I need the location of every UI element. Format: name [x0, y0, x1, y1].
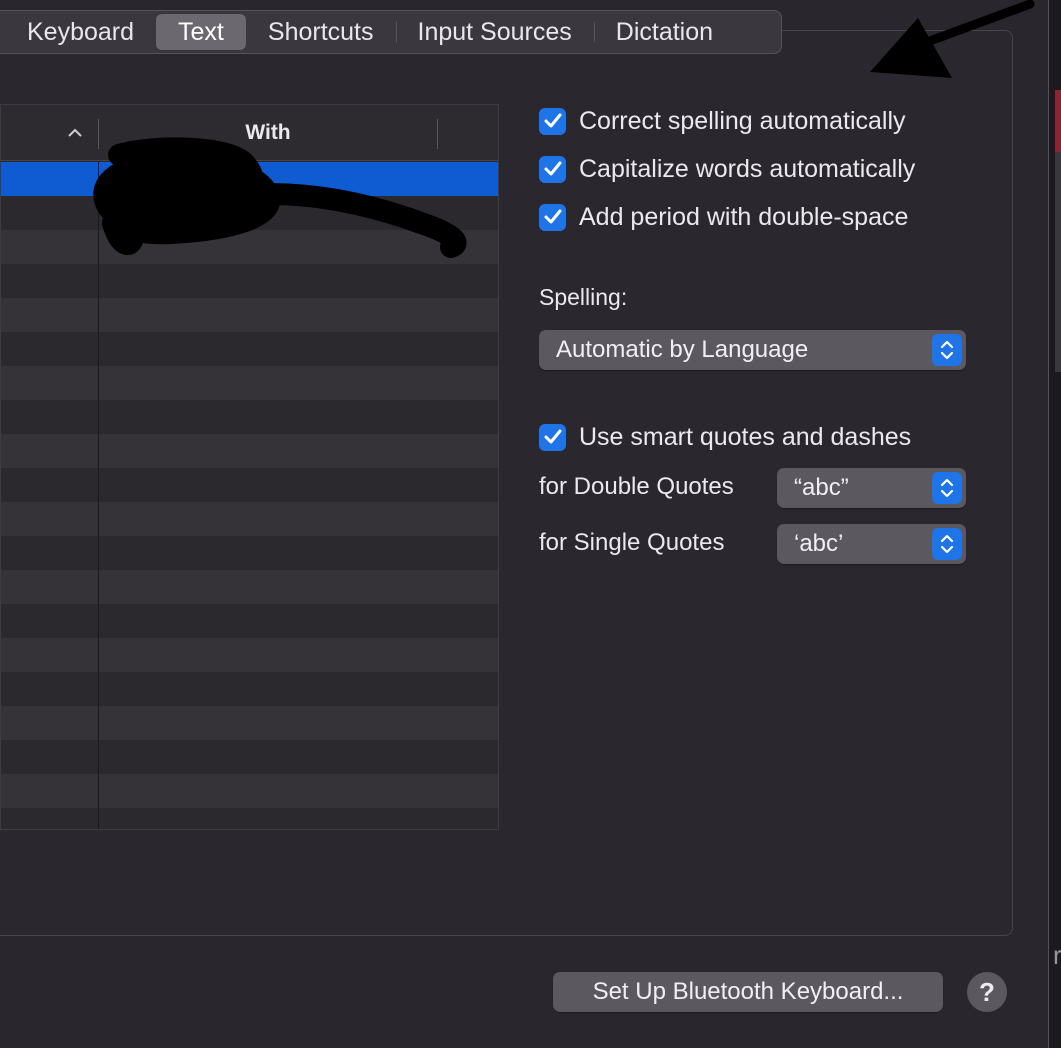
tab-bar: Keyboard Text Shortcuts Input Sources Di… — [0, 10, 782, 54]
spelling-label: Spelling: — [539, 284, 628, 310]
correct-spelling-checkbox[interactable] — [539, 107, 566, 135]
tab-shortcuts[interactable]: Shortcuts — [246, 14, 396, 50]
setup-bluetooth-keyboard-button[interactable]: Set Up Bluetooth Keyboard... — [553, 972, 943, 1012]
double-quotes-value: “abc” — [794, 474, 849, 501]
smart-quotes-checkbox[interactable] — [539, 423, 566, 451]
checkmark-icon — [544, 161, 561, 176]
background-window-strip — [1055, 90, 1061, 152]
spelling-popup[interactable]: Automatic by Language — [539, 330, 966, 370]
single-quotes-value: ‘abc’ — [794, 530, 844, 557]
correct-spelling-option[interactable]: Correct spelling automatically — [539, 106, 906, 136]
background-window-strip-dark — [1055, 152, 1061, 372]
window-edge: r — [1048, 0, 1061, 1048]
add-period-checkbox[interactable] — [539, 203, 566, 231]
capitalize-words-label[interactable]: Capitalize words automatically — [579, 155, 915, 184]
tab-input-sources[interactable]: Input Sources — [395, 14, 594, 50]
help-button[interactable]: ? — [967, 972, 1007, 1012]
edge-text: r — [1053, 940, 1061, 970]
capitalize-words-checkbox[interactable] — [539, 155, 566, 183]
annotation-arrow — [870, 0, 1035, 78]
up-down-chevron-icon — [932, 334, 962, 366]
up-down-chevron-icon — [932, 528, 962, 560]
checkmark-icon — [544, 113, 561, 128]
double-quotes-label: for Double Quotes — [539, 473, 734, 500]
add-period-option[interactable]: Add period with double-space — [539, 202, 908, 232]
single-quotes-popup[interactable]: ‘abc’ — [777, 524, 966, 564]
text-replacement-table[interactable]: With — [0, 104, 499, 830]
spelling-value: Automatic by Language — [556, 336, 809, 363]
tab-text[interactable]: Text — [156, 14, 246, 50]
smart-quotes-option[interactable]: Use smart quotes and dashes — [539, 422, 911, 452]
up-down-chevron-icon — [932, 472, 962, 504]
tab-keyboard[interactable]: Keyboard — [5, 14, 156, 50]
checkmark-icon — [544, 429, 561, 444]
single-quotes-label: for Single Quotes — [539, 529, 725, 556]
redaction-scribble — [93, 137, 467, 258]
smart-quotes-label[interactable]: Use smart quotes and dashes — [579, 423, 911, 452]
tab-dictation[interactable]: Dictation — [593, 14, 735, 50]
capitalize-words-option[interactable]: Capitalize words automatically — [539, 154, 915, 184]
add-period-label[interactable]: Add period with double-space — [579, 203, 908, 232]
double-quotes-popup[interactable]: “abc” — [777, 468, 966, 508]
correct-spelling-label[interactable]: Correct spelling automatically — [579, 107, 906, 136]
checkmark-icon — [544, 209, 561, 224]
